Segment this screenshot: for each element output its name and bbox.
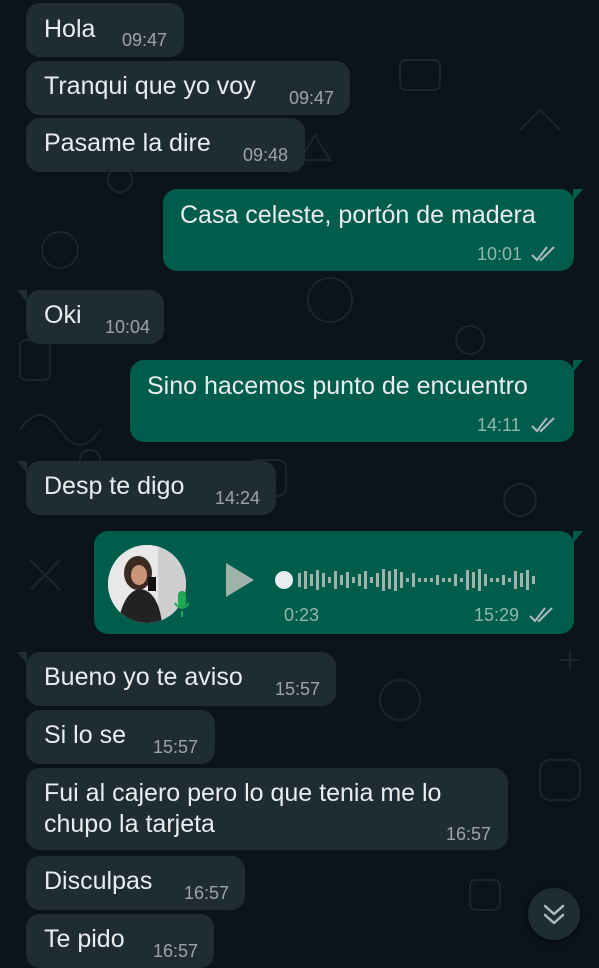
message-text: Bueno yo te aviso: [44, 663, 243, 691]
message-text: Desp te digo: [44, 472, 185, 500]
double-chevron-down-icon: [543, 904, 565, 925]
message-text: Casa celeste, portón de madera: [180, 201, 536, 229]
message-time: 15:57: [275, 679, 321, 699]
message-time: 09:47: [289, 88, 335, 108]
message-text: Hola: [44, 15, 96, 43]
incoming-message[interactable]: Si lo se 15:57: [26, 710, 215, 764]
message-text: Sino hacemos punto de encuentro: [147, 372, 528, 400]
message-text: Te pido: [44, 925, 125, 953]
play-icon[interactable]: [222, 561, 256, 599]
message-time: 15:29: [474, 605, 520, 625]
message-text-line-2: chupo la tarjeta: [44, 810, 215, 838]
incoming-message[interactable]: Disculpas 16:57: [26, 856, 245, 910]
incoming-message[interactable]: Te pido 16:57: [26, 914, 214, 968]
message-time: 10:04: [105, 317, 151, 337]
mic-icon: [174, 591, 190, 617]
double-check-icon: [531, 246, 555, 262]
voice-duration: 0:23: [284, 605, 320, 625]
incoming-message[interactable]: Bueno yo te aviso 15:57: [17, 652, 336, 706]
incoming-message[interactable]: Oki 10:04: [17, 290, 164, 344]
message-text: Tranqui que yo voy: [44, 72, 256, 100]
incoming-message[interactable]: Tranqui que yo voy 09:47: [26, 61, 350, 115]
message-text: Si lo se: [44, 721, 126, 749]
incoming-message[interactable]: Fui al cajero pero lo que tenia me lo ch…: [26, 768, 508, 850]
double-check-icon: [531, 417, 555, 433]
double-check-icon: [529, 607, 553, 623]
message-time: 16:57: [184, 883, 230, 903]
message-time: 09:48: [243, 145, 289, 165]
incoming-message[interactable]: Hola 09:47: [26, 3, 184, 57]
voice-message[interactable]: 0:23 15:29: [94, 531, 583, 634]
message-time: 10:01: [477, 244, 523, 264]
outgoing-message[interactable]: Sino hacemos punto de encuentro 14:11: [130, 360, 583, 442]
message-text: Pasame la dire: [44, 129, 211, 157]
message-time: 16:57: [153, 941, 199, 961]
waveform[interactable]: [274, 561, 554, 599]
scroll-to-bottom-button[interactable]: [528, 888, 580, 940]
message-time: 14:11: [477, 415, 521, 435]
outgoing-message[interactable]: Casa celeste, portón de madera 10:01: [163, 189, 583, 271]
message-time: 16:57: [446, 824, 492, 844]
message-time: 09:47: [122, 30, 168, 50]
message-text: Disculpas: [44, 867, 153, 895]
message-time: 14:24: [215, 488, 261, 508]
message-text: Oki: [44, 301, 82, 329]
incoming-message[interactable]: Pasame la dire 09:48: [26, 118, 305, 172]
message-text-line-1: Fui al cajero pero lo que tenia me lo: [44, 779, 442, 807]
incoming-message[interactable]: Desp te digo 14:24: [17, 461, 276, 515]
message-time: 15:57: [153, 737, 199, 757]
